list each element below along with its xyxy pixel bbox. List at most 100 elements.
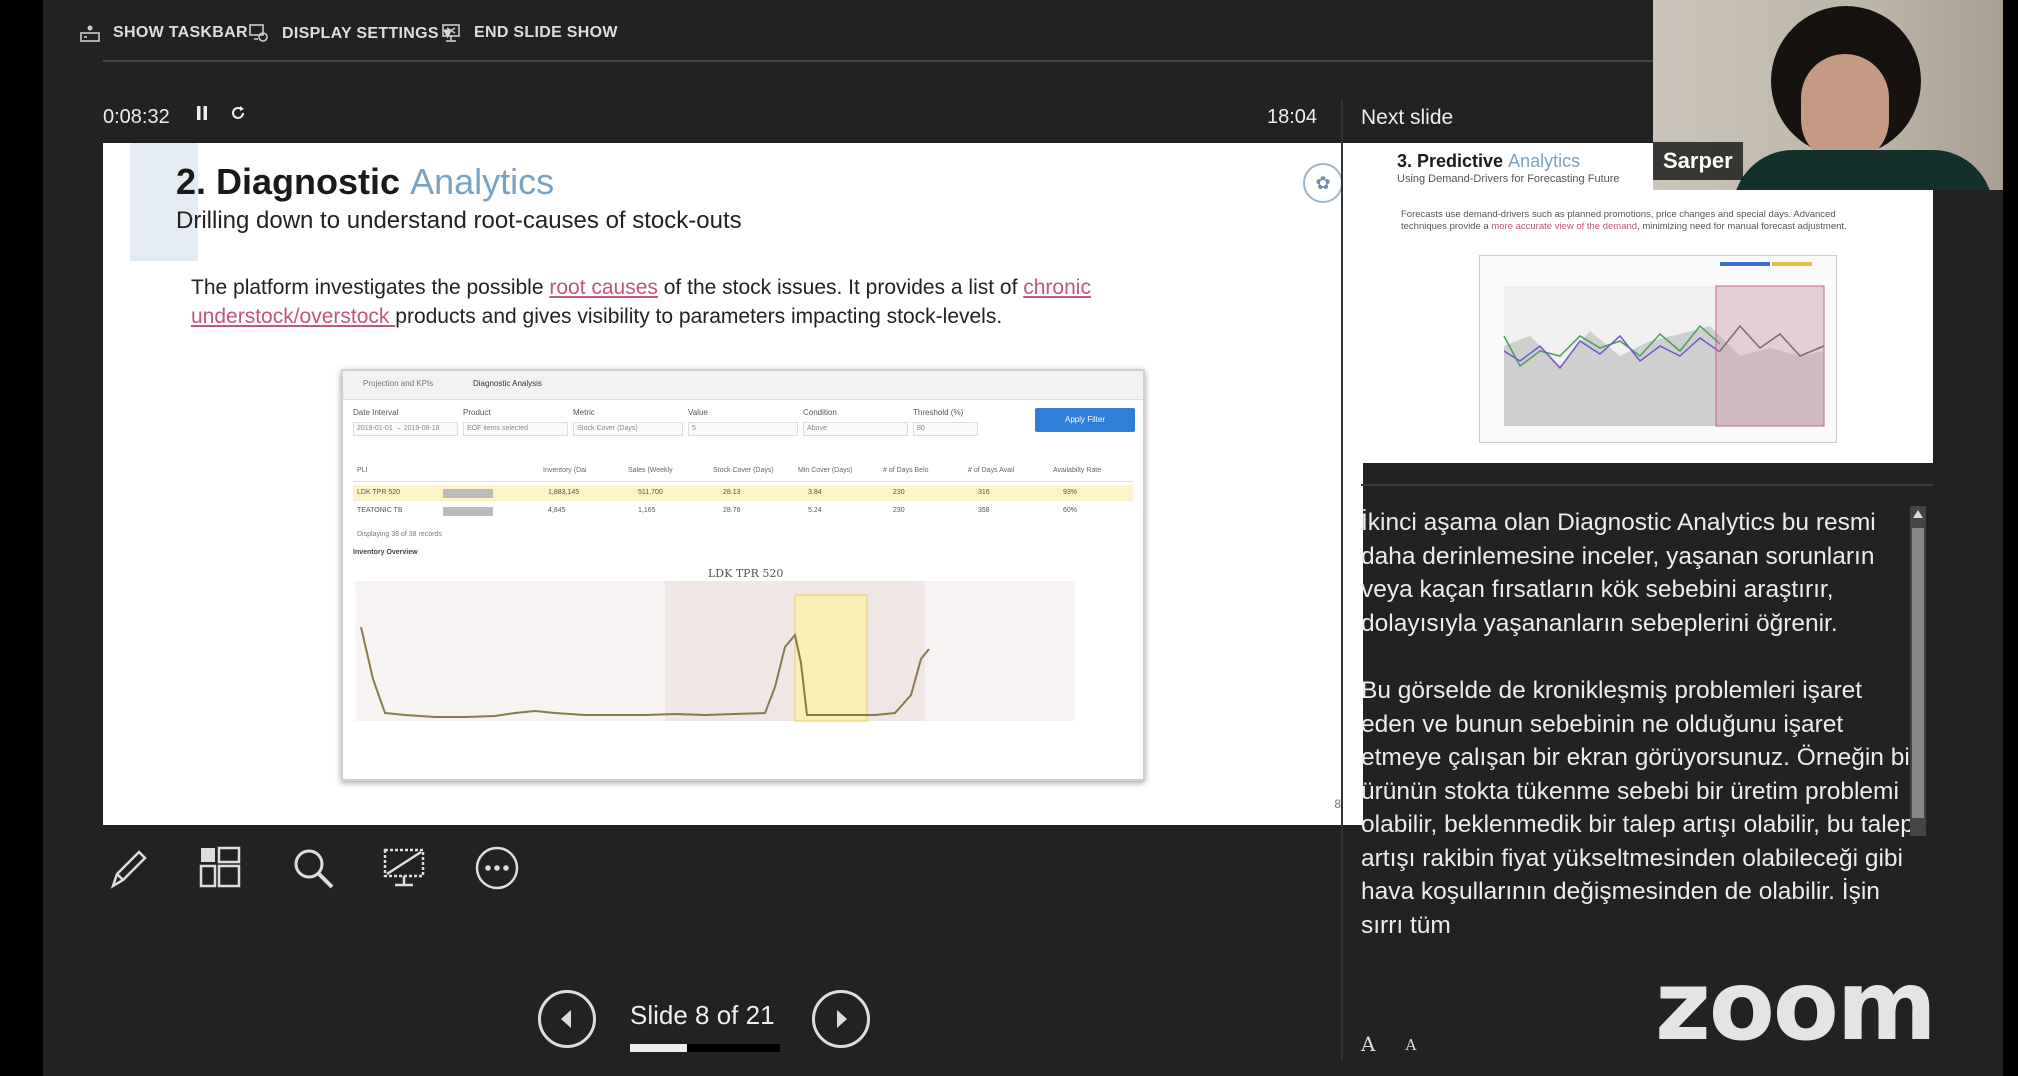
presenter-view: SHOW TASKBAR DISPLAY SETTINGS ▾ END SLID…: [43, 0, 2003, 1076]
next-slide-title: 3. Predictive Analytics: [1397, 151, 1580, 172]
body-text-part1: The platform investigates the possible: [191, 276, 550, 299]
next-title-main: 3. Predictive: [1397, 151, 1509, 171]
filter-value: 5: [688, 422, 798, 436]
table-header: PLI Inventory (Dai Sales (Weekly Stock C…: [353, 467, 1133, 482]
see-all-slides-button[interactable]: [195, 842, 247, 894]
pause-timer-button[interactable]: [195, 104, 209, 128]
show-taskbar-label: SHOW TASKBAR: [113, 24, 248, 41]
zoom-watermark: zoom: [1655, 950, 1937, 1062]
end-slide-show-button[interactable]: END SLIDE SHOW: [440, 22, 618, 44]
cell: 316: [978, 489, 990, 496]
display-settings-button[interactable]: DISPLAY SETTINGS ▾: [248, 22, 452, 44]
column-header: # of Days Belo: [883, 467, 929, 474]
column-header: Availabilty Rate: [1053, 467, 1102, 474]
slide-subtitle: Drilling down to understand root-causes …: [176, 207, 742, 234]
cell: 5.24: [808, 507, 822, 514]
elapsed-timer: 0:08:32: [103, 106, 170, 128]
cell: 93%: [1063, 489, 1078, 496]
filter-label: Metric: [573, 408, 595, 417]
reset-timer-button[interactable]: [229, 104, 247, 128]
filter-value: Above: [803, 422, 908, 436]
previous-slide-button[interactable]: [538, 990, 596, 1048]
table-row: LDK TPR 520 1,883,145 511,700 28.13 3.84…: [353, 485, 1133, 501]
cell: 358: [978, 507, 990, 514]
more-options-button[interactable]: [471, 842, 523, 894]
participant-video[interactable]: Sarper: [1653, 0, 2003, 190]
slide-page-number: 8: [1334, 797, 1341, 811]
black-screen-icon: [383, 848, 425, 887]
slide-title-highlight: Analytics: [410, 161, 555, 202]
display-settings-label: DISPLAY SETTINGS ▾: [282, 25, 452, 42]
redacted-bar: [443, 507, 493, 516]
current-slide[interactable]: 2. Diagnostic Analytics Drilling down to…: [103, 143, 1363, 825]
decrease-font-button[interactable]: A: [1405, 1032, 1416, 1056]
notes-separator: [1361, 484, 1933, 486]
pause-icon: [197, 106, 207, 120]
cell: 230: [893, 489, 905, 496]
forecast-chart-thumbnail: [1479, 255, 1837, 443]
slide-tools: [103, 842, 523, 894]
reset-icon: [232, 106, 244, 119]
records-count: Displaying 38 of 38 records: [357, 531, 442, 538]
cell: 28.13: [723, 489, 741, 496]
cell: 4,845: [548, 507, 566, 514]
slide-title: 2. Diagnostic Analytics: [176, 161, 554, 203]
column-header: Min Cover (Days): [798, 467, 853, 474]
end-show-icon: [442, 24, 460, 42]
cell: 28.76: [723, 507, 741, 514]
next-text-part2: , minimizing need for manual forecast ad…: [1637, 221, 1847, 232]
see-all-slides-icon: [199, 846, 241, 888]
filter-bar: Date Interval Product Metric Value Condi…: [353, 408, 1133, 438]
cell: 1,165: [638, 507, 656, 514]
cell: 60%: [1063, 507, 1078, 514]
notes-paragraph-2: Bu görselde de kronikleşmiş problemleri …: [1361, 677, 1918, 939]
filter-value: 2019-01-01 → 2019-08-18: [353, 422, 458, 436]
slide-body-text: The platform investigates the possible r…: [191, 273, 1251, 331]
filter-label: Product: [463, 408, 491, 417]
slide-navigation: Slide 8 of 21: [538, 990, 938, 1060]
filter-label: Value: [688, 408, 708, 417]
cell: 3.84: [808, 489, 822, 496]
tab-projection: Projection and KPIs: [363, 379, 434, 388]
scroll-up-arrow-icon[interactable]: [1913, 510, 1923, 518]
end-slide-show-label: END SLIDE SHOW: [474, 24, 618, 41]
filter-value: 80: [913, 422, 978, 436]
company-logo-icon: ✿: [1303, 163, 1343, 203]
next-slide-label: Next slide: [1361, 106, 1454, 129]
more-options-icon: [475, 846, 519, 890]
body-text-part2: of the stock issues. It provides a list …: [657, 276, 1024, 299]
cell: 511,700: [638, 489, 663, 496]
next-slide-button[interactable]: [812, 990, 870, 1048]
next-slide-text: Forecasts use demand-drivers such as pla…: [1401, 209, 1881, 233]
presenter-toolbar: SHOW TASKBAR DISPLAY SETTINGS ▾ END SLID…: [43, 0, 1653, 62]
root-causes-link[interactable]: root causes: [549, 276, 658, 299]
cell: 1,883,145: [548, 489, 580, 496]
pen-tool-button[interactable]: [103, 842, 155, 894]
slide-progress-bar: [630, 1044, 780, 1052]
filter-value: EOF items selected: [463, 422, 568, 436]
black-screen-button[interactable]: [379, 842, 431, 894]
column-header: Inventory (Dai: [543, 467, 587, 474]
slide-counter[interactable]: Slide 8 of 21: [630, 1000, 775, 1031]
next-title-highlight: Analytics: [1508, 151, 1581, 171]
tab-diagnostic: Diagnostic Analysis: [473, 379, 542, 388]
notes-paragraph-1: İkinci aşama olan Diagnostic Analytics b…: [1361, 509, 1876, 637]
display-settings-icon: [249, 24, 268, 42]
body-text-part3: products and gives visibility to paramet…: [395, 305, 1003, 328]
notes-scrollbar[interactable]: [1910, 506, 1926, 836]
increase-font-button[interactable]: A: [1361, 1032, 1375, 1056]
show-taskbar-button[interactable]: SHOW TASKBAR: [79, 22, 248, 44]
current-time: 18:04: [1267, 106, 1318, 128]
column-header: # of Days Avail: [968, 467, 1015, 474]
filter-label: Threshold (%): [913, 408, 964, 417]
table-row: TEATONIC TB 4,845 1,165 28.76 5.24 230 3…: [353, 503, 1133, 519]
inventory-overview-title: Inventory Overview: [353, 549, 418, 556]
apply-filter-button: Apply Filter: [1035, 408, 1135, 432]
cell: TEATONIC TB: [357, 507, 403, 514]
toolbar-divider: [103, 60, 1653, 62]
notes-scroll-thumb[interactable]: [1912, 528, 1924, 818]
next-slide-preview[interactable]: 3. Predictive Analytics Using Demand-Dri…: [1361, 143, 1933, 463]
redacted-bar: [443, 489, 493, 498]
zoom-into-slide-button[interactable]: [287, 842, 339, 894]
slide-progress-fill: [630, 1044, 688, 1052]
